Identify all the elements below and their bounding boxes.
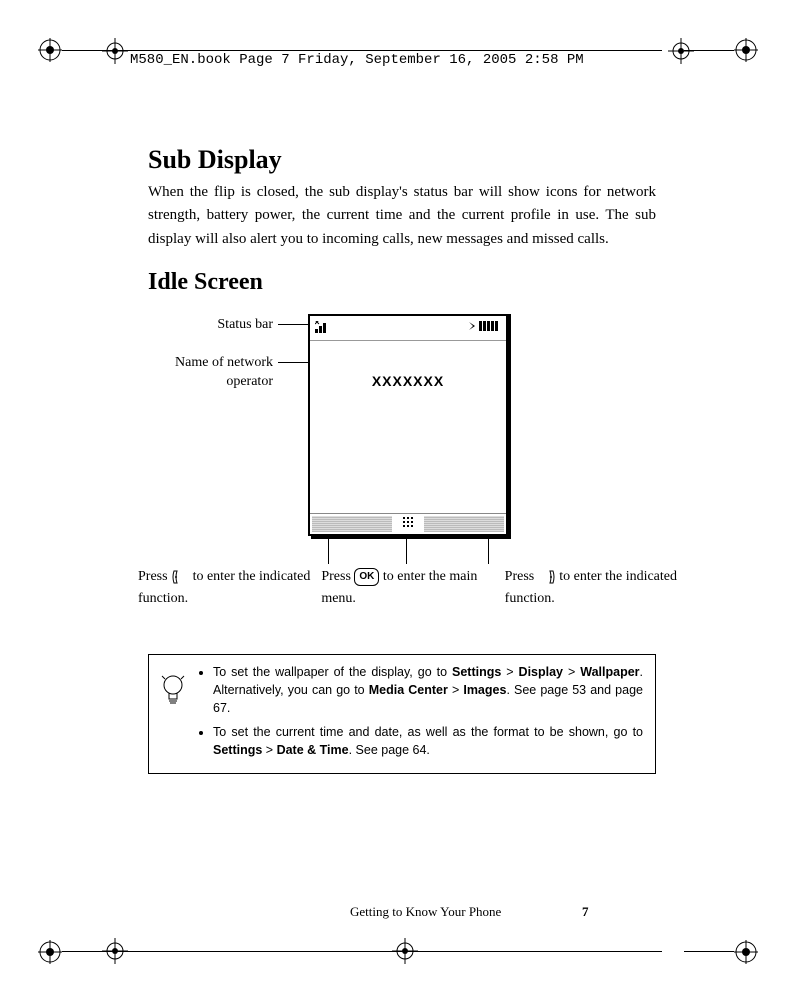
callout-text: Press: [505, 569, 535, 584]
heading-sub-display: Sub Display: [148, 145, 656, 175]
network-operator-name: XXXXXXX: [310, 373, 506, 389]
crop-ornament-bottom-right: [734, 940, 758, 964]
softkey-bar: [310, 513, 506, 534]
right-softkey-area: [424, 516, 504, 532]
callout-text: Press: [321, 569, 351, 584]
tip-box: To set the wallpaper of the display, go …: [148, 654, 656, 775]
tip-text: To set the wallpaper of the display, go …: [213, 665, 452, 679]
tip-bold: Settings: [452, 665, 501, 679]
tip-text: >: [563, 665, 580, 679]
registration-mark-icon: [390, 936, 420, 966]
sub-display-body: When the flip is closed, the sub display…: [148, 181, 656, 251]
signal-icon: [315, 320, 333, 336]
lightbulb-icon: [159, 673, 187, 709]
left-softkey-icon: [171, 568, 189, 586]
footer-section-title: Getting to Know Your Phone: [350, 904, 501, 920]
callout-center-ok: Press OK to enter the main menu.: [321, 566, 494, 611]
registration-mark-icon: [100, 936, 130, 966]
tip-item: To set the current time and date, as wel…: [213, 723, 643, 759]
leader-line: [278, 324, 312, 325]
crop-ornament-bottom-left: [38, 940, 62, 964]
callout-text: Press: [138, 569, 168, 584]
tip-text: . See page 64.: [349, 743, 430, 757]
leader-line: [406, 534, 407, 564]
registration-mark-icon: [100, 36, 130, 66]
leader-line: [328, 534, 329, 564]
callout-left-softkey: Press to enter the indicated function.: [138, 566, 311, 611]
tip-text: >: [448, 683, 463, 697]
tip-text: >: [501, 665, 518, 679]
tip-bold: Display: [519, 665, 563, 679]
crop-ornament-top-right: [734, 38, 758, 62]
footer-page-number: 7: [582, 904, 589, 920]
heading-idle-screen: Idle Screen: [148, 269, 656, 296]
callout-right-softkey: Press to enter the indicated function.: [505, 566, 678, 611]
leader-line: [488, 534, 489, 564]
label-network-operator: Name of network operator: [148, 354, 273, 392]
idle-screen-diagram: Status bar Name of network operator XXXX…: [148, 304, 656, 644]
status-icons-right: [467, 320, 501, 336]
crop-line: [684, 951, 734, 952]
crop-line: [62, 951, 662, 952]
print-header: M580_EN.book Page 7 Friday, September 16…: [130, 52, 584, 68]
ok-key-icon: OK: [354, 568, 379, 586]
phone-screen: XXXXXXX: [308, 314, 508, 536]
tip-bold: Date & Time: [277, 743, 349, 757]
menu-dots-icon: [396, 516, 420, 532]
tip-bold: Wallpaper: [580, 665, 639, 679]
crop-ornament-top-left: [38, 38, 62, 62]
left-softkey-area: [312, 516, 392, 532]
tip-text: >: [262, 743, 276, 757]
phone-status-bar: [310, 316, 506, 341]
tip-bold: Settings: [213, 743, 262, 757]
label-status-bar: Status bar: [178, 316, 273, 335]
registration-mark-icon: [666, 36, 696, 66]
tip-bold: Media Center: [369, 683, 448, 697]
tip-text: To set the current time and date, as wel…: [213, 725, 643, 739]
right-softkey-icon: [538, 568, 556, 586]
tip-bold: Images: [463, 683, 506, 697]
tip-item: To set the wallpaper of the display, go …: [213, 663, 643, 717]
leader-line: [278, 362, 312, 363]
crop-line: [62, 50, 662, 51]
